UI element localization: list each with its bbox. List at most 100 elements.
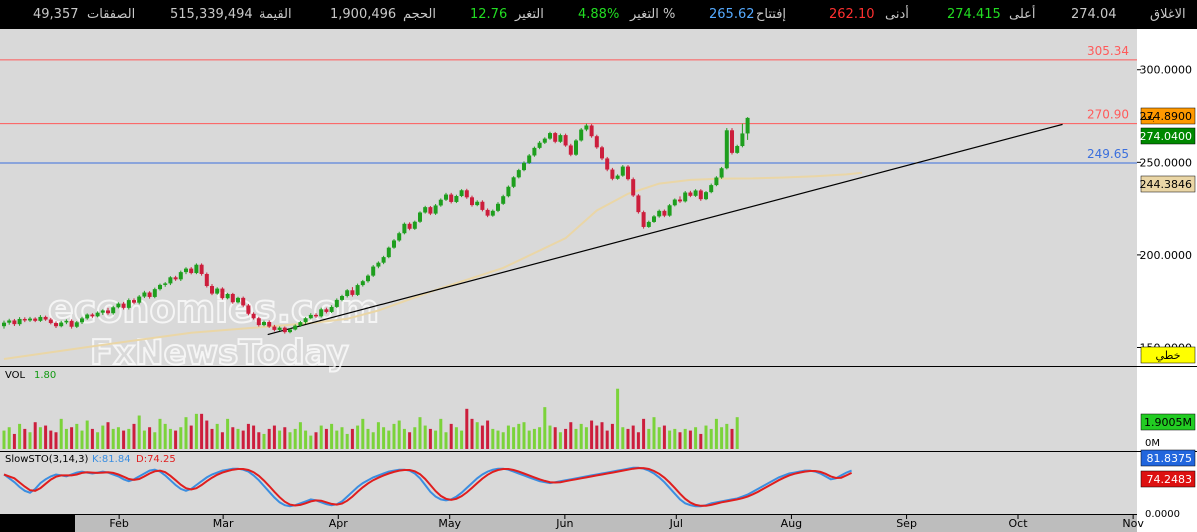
candle-body [241,297,246,306]
volume-bar [538,427,542,449]
candle-body [293,325,298,330]
volume-bar [148,427,152,449]
volume-bar [564,428,568,449]
volume-bar [595,425,599,449]
volume-bar [127,428,131,449]
volume-bar [688,430,692,449]
candle-body [355,285,360,295]
volume-bar [7,427,11,449]
volume-bar [153,432,157,449]
candle-body [511,177,516,187]
volume-bar [309,435,313,449]
candle-body [340,296,344,300]
stochastic-k-tag-value: 81.8375 [1147,452,1193,465]
volume-bar [371,432,375,449]
volume-bar [324,428,328,449]
candle-body [350,290,355,295]
volume-bar [714,418,718,449]
candle-body [282,327,287,333]
volume-bar [168,428,172,449]
volume-bar [267,428,271,449]
volume-bar [293,428,297,449]
price-tag-prefix: بعد [1142,112,1155,123]
candle-body [693,190,698,196]
x-tick-label: Apr [329,517,349,530]
candle-body [12,320,17,325]
volume-last-value: 1.80 [34,370,56,381]
volume-bar [189,425,193,449]
candle-body [246,305,251,314]
volume-bar [626,428,630,449]
volume-bar [356,425,360,449]
volume-bar [241,430,245,449]
volume-bar [392,423,396,449]
candle-body [256,318,261,326]
volume-bar [694,427,698,449]
volume-bar [501,432,505,449]
candle-body [730,130,734,153]
candle-body [485,209,490,216]
volume-bar [662,425,666,449]
candle-body [438,199,443,206]
volume-bar [428,428,432,449]
volume-tag-value: 1.9005M [1144,416,1192,429]
volume-bar [636,432,640,449]
volume-bar [252,425,256,449]
candle-body [33,318,38,321]
candle-body [184,268,188,273]
volume-bar [163,423,167,449]
watermark-text: FxNewsToday [90,333,349,373]
candle-body [688,192,693,196]
candle-body [574,140,578,155]
candle-body [433,205,438,214]
volume-bar [205,420,209,449]
candle-body [724,130,729,169]
volume-bar [288,432,292,449]
candle-body [28,318,32,321]
candle-body [605,158,610,170]
candle-body [407,223,412,229]
volume-bar [439,418,443,449]
stochastic-d-label: D:74.25 [136,454,176,465]
volume-bar [522,422,526,449]
volume-bar [226,418,230,449]
volume-bar [376,422,380,449]
candle-body [59,322,64,327]
candle-body [381,257,386,263]
volume-bar [18,423,22,449]
volume-bar [179,427,183,449]
stochastic-d-tag-value: 74.2483 [1147,473,1193,486]
volume-bar [330,423,334,449]
volume-bar [532,428,536,449]
volume-bar [454,427,458,449]
candle-body [100,310,105,313]
volume-bar [423,425,427,449]
candle-body [215,288,220,294]
candle-body [308,314,313,319]
x-tick-label: Mar [213,517,234,530]
volume-bar [584,427,588,449]
candle-body [360,281,365,286]
x-tick-label: Oct [1008,517,1028,530]
x-tick-label: May [438,517,461,530]
candle-body [418,212,422,222]
volume-bar [59,418,63,449]
candle-body [376,262,381,267]
candle-body [558,135,563,142]
candle-body [329,306,334,312]
candle-body [579,129,584,141]
candle-body [132,300,136,303]
volume-bar [116,427,120,449]
candle-body [568,145,573,155]
stock-chart[interactable]: economies.comFxNewsToday305.34270.90249.… [0,0,1197,532]
volume-bar [2,430,6,449]
candle-body [646,221,651,227]
candle-body [225,293,230,299]
candle-body [490,210,495,216]
volume-bar [122,430,126,449]
volume-bar [480,425,484,449]
candle-body [428,207,433,214]
x-tick-label: Nov [1122,517,1144,530]
candle-body [345,290,350,297]
volume-bar [512,427,516,449]
